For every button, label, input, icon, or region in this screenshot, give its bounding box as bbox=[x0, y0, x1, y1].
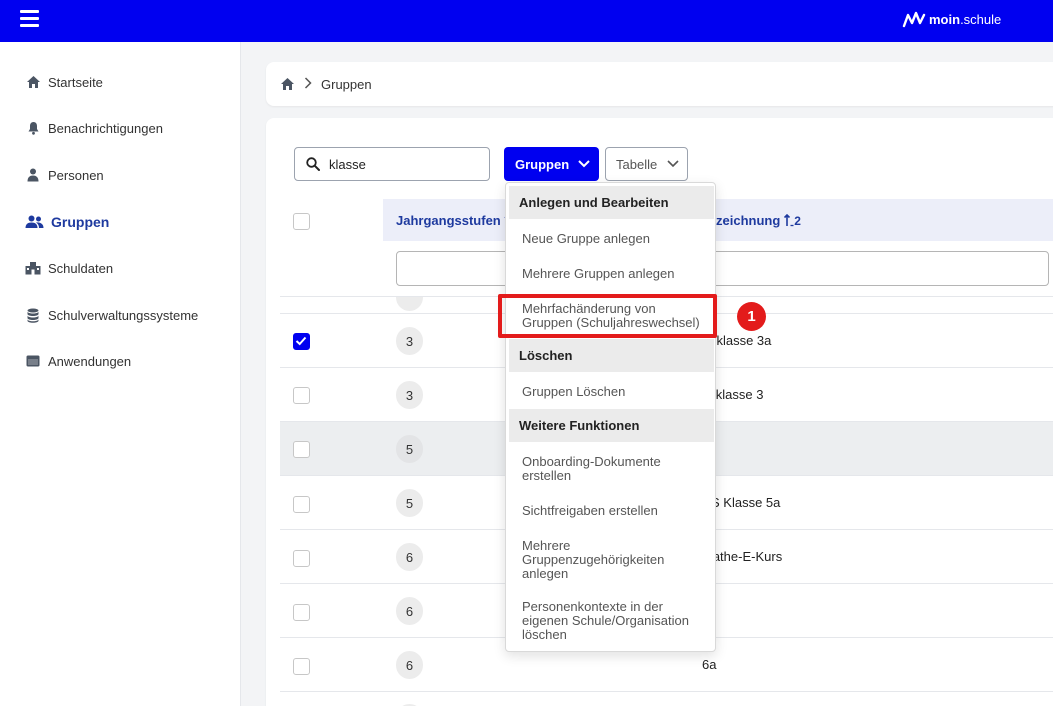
menu-section-loeschen: Löschen bbox=[509, 339, 714, 372]
gruppen-actions-button[interactable]: Gruppen bbox=[504, 147, 599, 181]
sidebar-item-anwendungen[interactable]: Anwendungen bbox=[25, 351, 131, 371]
database-icon bbox=[25, 307, 41, 323]
group-icon bbox=[25, 214, 44, 230]
chevron-down-icon bbox=[667, 160, 679, 168]
search-icon bbox=[306, 157, 320, 171]
sidebar bbox=[0, 42, 241, 706]
year-badge: 6 bbox=[396, 543, 423, 571]
menu-item-label-line: löschen bbox=[522, 627, 567, 642]
gruppen-actions-menu: Anlegen und Bearbeiten Neue Gruppe anleg… bbox=[505, 182, 716, 652]
menu-section-weitere-funktionen: Weitere Funktionen bbox=[509, 409, 714, 442]
person-icon bbox=[25, 167, 41, 183]
column-header-label: zeichnung bbox=[716, 213, 781, 228]
year-badge: 5 bbox=[396, 489, 423, 517]
row-checkbox[interactable] bbox=[293, 658, 310, 675]
gruppen-button-label: Gruppen bbox=[515, 156, 570, 172]
sidebar-item-label: Personen bbox=[48, 167, 104, 183]
menu-item-gruppenzugehoerigkeiten[interactable]: Mehrere Gruppenzugehörigkeiten anlegen bbox=[522, 539, 707, 580]
checkmark-icon bbox=[295, 336, 307, 346]
row-checkbox[interactable] bbox=[293, 496, 310, 513]
menu-item-label-line: Gruppenzugehörigkeiten bbox=[522, 552, 665, 567]
menu-section-anlegen-bearbeiten: Anlegen und Bearbeiten bbox=[509, 186, 714, 219]
breadcrumb-current: Gruppen bbox=[321, 77, 372, 92]
year-badge: 5 bbox=[396, 435, 423, 463]
column-header-label: Jahrgangsstufen bbox=[396, 213, 501, 228]
group-name: S Klasse 5a bbox=[711, 495, 781, 510]
menu-item-gruppen-loeschen[interactable]: Gruppen Löschen bbox=[522, 385, 707, 398]
sort-arrow-icon bbox=[784, 214, 794, 227]
table-row[interactable] bbox=[280, 691, 1053, 706]
chevron-right-icon bbox=[304, 77, 312, 89]
brand-logo[interactable]: moin .schule bbox=[902, 9, 1001, 29]
column-header-jahrgangsstufen[interactable]: Jahrgangsstufen bbox=[396, 213, 512, 228]
app-window-icon bbox=[25, 353, 41, 369]
sidebar-item-schulverwaltungssysteme[interactable]: Schulverwaltungssysteme bbox=[25, 305, 198, 325]
column-filter-input[interactable] bbox=[396, 251, 1049, 286]
row-checkbox[interactable] bbox=[293, 333, 310, 350]
menu-item-neue-gruppe[interactable]: Neue Gruppe anlegen bbox=[522, 232, 707, 245]
search-input[interactable] bbox=[329, 156, 479, 172]
tabelle-view-button[interactable]: Tabelle bbox=[605, 147, 688, 181]
sidebar-item-benachrichtigungen[interactable]: Benachrichtigungen bbox=[25, 118, 163, 138]
step-number-badge: 1 bbox=[737, 302, 766, 331]
menu-item-personenkontexte-loeschen[interactable]: Personenkontexte in der eigenen Schule/O… bbox=[522, 600, 707, 641]
year-badge: 3 bbox=[396, 327, 423, 355]
bell-icon bbox=[25, 120, 41, 136]
year-badge bbox=[396, 297, 423, 311]
search-field[interactable] bbox=[294, 147, 490, 181]
hamburger-menu-icon[interactable] bbox=[20, 10, 40, 28]
sidebar-item-label: Gruppen bbox=[51, 214, 110, 230]
sidebar-item-label: Benachrichtigungen bbox=[48, 120, 163, 136]
sidebar-item-schuldaten[interactable]: Schuldaten bbox=[25, 258, 113, 278]
menu-item-label-line: Onboarding-Dokumente bbox=[522, 454, 661, 469]
year-badge: 6 bbox=[396, 651, 423, 679]
row-checkbox[interactable] bbox=[293, 550, 310, 567]
sort-order-number: 2 bbox=[794, 213, 801, 228]
row-checkbox[interactable] bbox=[293, 441, 310, 458]
menu-item-label-line: erstellen bbox=[522, 468, 572, 483]
menu-item-onboarding-dokumente[interactable]: Onboarding-Dokumente erstellen bbox=[522, 455, 707, 482]
brand-suffix: .schule bbox=[960, 11, 1002, 27]
menu-item-label-line: Mehrere bbox=[522, 538, 571, 553]
column-header-bezeichnung[interactable]: zeichnung 2 bbox=[716, 213, 801, 228]
menu-item-label-line: anlegen bbox=[522, 566, 569, 581]
sidebar-item-label: Schulverwaltungssysteme bbox=[48, 307, 199, 323]
home-icon bbox=[25, 74, 41, 90]
home-icon[interactable] bbox=[280, 77, 295, 91]
sidebar-item-personen[interactable]: Personen bbox=[25, 165, 104, 185]
moin-logo-icon bbox=[902, 11, 926, 28]
sidebar-item-startseite[interactable]: Startseite bbox=[25, 72, 103, 92]
sidebar-item-label: Schuldaten bbox=[48, 260, 114, 276]
top-bar: moin .schule bbox=[0, 0, 1053, 42]
menu-item-mehrere-gruppen[interactable]: Mehrere Gruppen anlegen bbox=[522, 267, 707, 280]
brand-prefix: moin bbox=[929, 11, 961, 27]
step-highlight-frame bbox=[498, 294, 717, 338]
menu-item-label-line: Personenkontexte in der bbox=[522, 599, 663, 614]
tabelle-button-label: Tabelle bbox=[616, 156, 658, 172]
sidebar-item-label: Anwendungen bbox=[48, 353, 132, 369]
breadcrumb: Gruppen bbox=[266, 62, 1053, 106]
sidebar-item-label: Startseite bbox=[48, 74, 103, 90]
row-checkbox[interactable] bbox=[293, 604, 310, 621]
chevron-down-icon bbox=[578, 160, 590, 168]
select-all-checkbox[interactable] bbox=[293, 213, 310, 230]
row-checkbox[interactable] bbox=[293, 387, 310, 404]
school-icon bbox=[25, 260, 41, 276]
sidebar-item-gruppen[interactable]: Gruppen bbox=[25, 212, 109, 232]
group-name: 6a bbox=[702, 657, 717, 672]
menu-item-label-line: eigenen Schule/Organisation bbox=[522, 613, 689, 628]
year-badge: 3 bbox=[396, 381, 423, 409]
year-badge: 6 bbox=[396, 597, 423, 625]
menu-item-sichtfreigaben[interactable]: Sichtfreigaben erstellen bbox=[522, 504, 707, 517]
